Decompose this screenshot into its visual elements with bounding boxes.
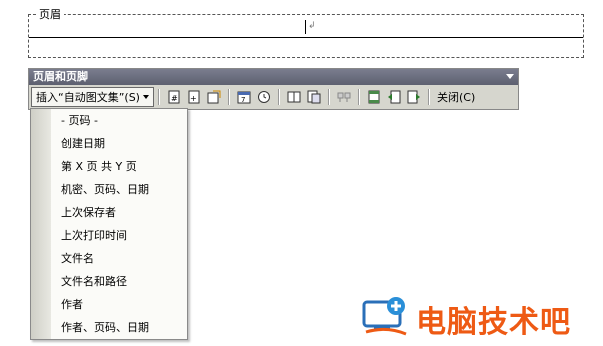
menu-item-author[interactable]: 作者 — [61, 296, 83, 312]
watermark-text: 电脑技术吧 — [416, 304, 571, 340]
toolbar-title[interactable]: 页眉和页脚 — [29, 69, 518, 85]
menu-item-page-number[interactable]: - 页码 - — [61, 112, 98, 128]
autotext-dropdown-menu: - 页码 - 创建日期 第 X 页 共 Y 页 机密、页码、日期 上次保存者 上… — [30, 108, 188, 340]
svg-text:#: # — [171, 94, 178, 103]
insert-date-icon[interactable]: 7 — [236, 89, 252, 105]
show-next-icon[interactable] — [406, 89, 422, 105]
insert-time-icon[interactable] — [256, 89, 272, 105]
paragraph-mark: ↲ — [308, 21, 316, 31]
menu-item-page-x-of-y[interactable]: 第 X 页 共 Y 页 — [61, 158, 137, 174]
menu-item-filename-and-path[interactable]: 文件名和路径 — [61, 273, 127, 289]
menu-item-confidential-page-date[interactable]: 机密、页码、日期 — [61, 181, 149, 197]
format-page-number-icon[interactable] — [206, 89, 222, 105]
separator — [427, 89, 430, 105]
menu-item-last-saved-by[interactable]: 上次保存者 — [61, 204, 116, 220]
separator — [277, 89, 280, 105]
separator — [157, 89, 160, 105]
toolbar-options-arrow-icon[interactable] — [506, 74, 514, 79]
separator — [327, 89, 330, 105]
switch-header-footer-icon[interactable] — [366, 89, 382, 105]
insert-autotext-button[interactable]: 插入“自动图文集”(S) — [31, 87, 154, 107]
svg-text:+: + — [190, 94, 197, 103]
close-button[interactable]: 关闭(C) — [434, 89, 478, 105]
same-as-previous-icon[interactable] — [336, 89, 352, 105]
computer-logo-icon — [360, 296, 412, 341]
separator — [227, 89, 230, 105]
show-hide-text-icon[interactable] — [306, 89, 322, 105]
menu-item-created-date[interactable]: 创建日期 — [61, 135, 105, 151]
separator — [357, 89, 360, 105]
menu-item-filename[interactable]: 文件名 — [61, 250, 94, 266]
insert-autotext-label: 插入“自动图文集”(S) — [36, 91, 140, 104]
menu-side-strip — [31, 109, 51, 339]
toolbar-title-text: 页眉和页脚 — [33, 70, 88, 83]
menu-item-last-printed[interactable]: 上次打印时间 — [61, 227, 127, 243]
svg-text:7: 7 — [241, 96, 245, 104]
text-cursor — [305, 20, 306, 34]
show-previous-icon[interactable] — [386, 89, 402, 105]
dropdown-arrow-icon — [142, 95, 149, 99]
menu-item-author-page-date[interactable]: 作者、页码、日期 — [61, 319, 149, 335]
page-setup-icon[interactable] — [286, 89, 302, 105]
header-label: 页眉 — [36, 6, 64, 22]
watermark-logo: 电脑技术吧 — [360, 296, 571, 341]
insert-page-count-icon[interactable]: + — [186, 89, 202, 105]
header-rule — [29, 37, 583, 38]
header-region[interactable] — [28, 14, 584, 58]
insert-page-number-icon[interactable]: # — [166, 89, 182, 105]
toolbar-row: 插入“自动图文集”(S) # + 7 关闭(C) — [31, 87, 517, 107]
header-footer-toolbar: 页眉和页脚 插入“自动图文集”(S) # + 7 关闭(C) — [28, 68, 519, 110]
